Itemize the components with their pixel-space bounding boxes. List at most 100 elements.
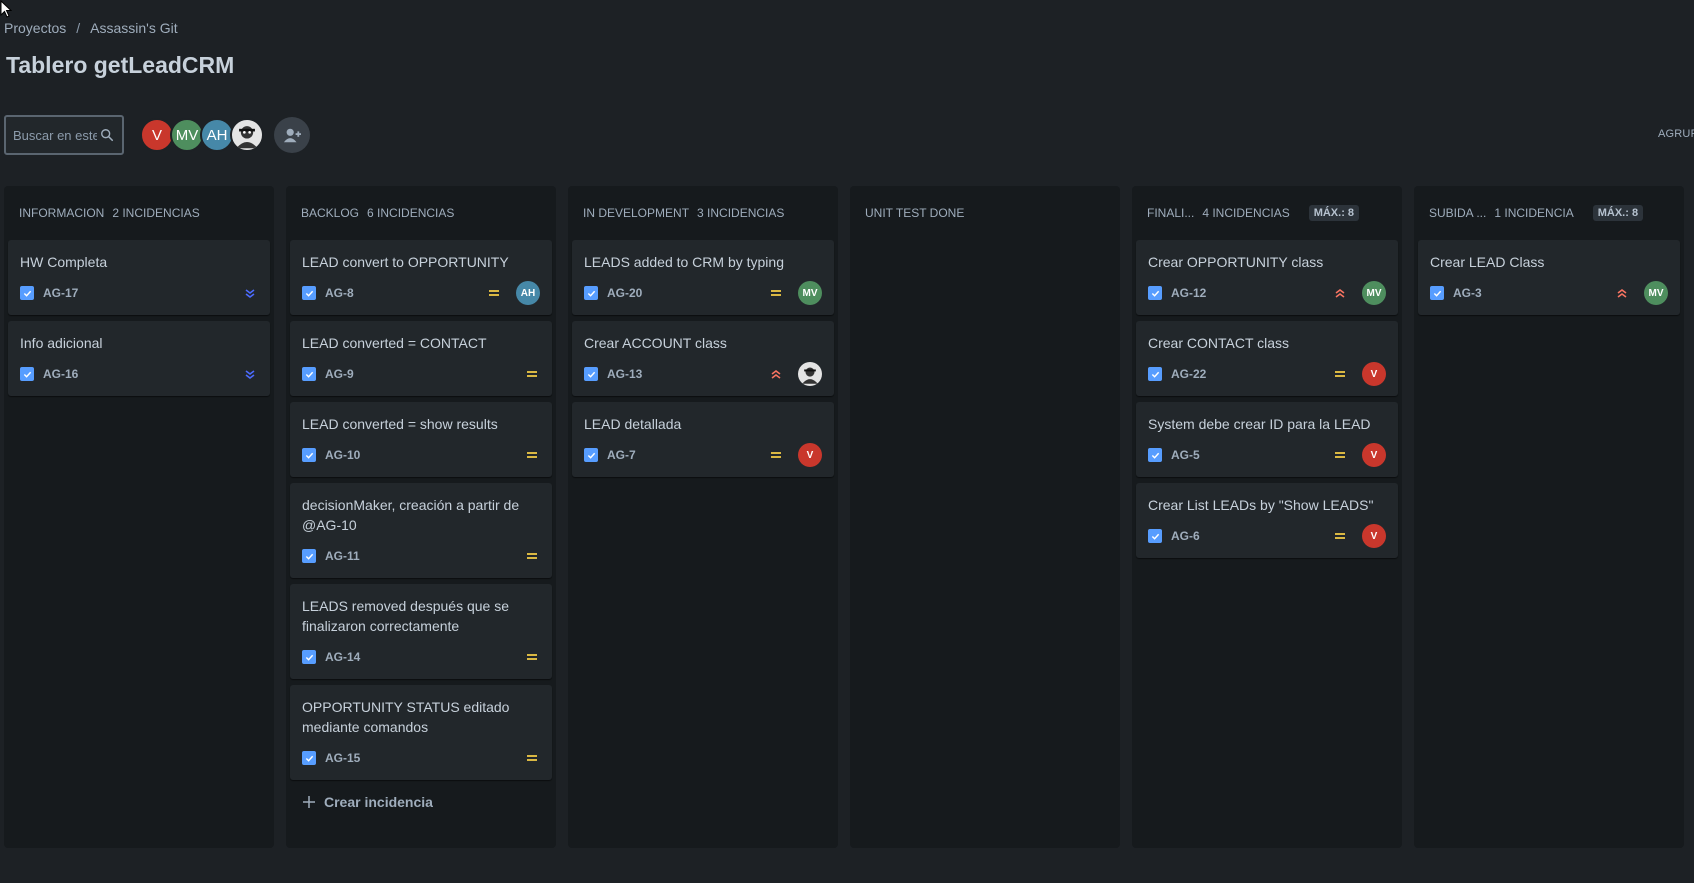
- issue-card[interactable]: LEAD detallada AG-7 V: [572, 402, 834, 477]
- task-type-icon: [1148, 367, 1162, 381]
- issue-key[interactable]: AG-20: [607, 286, 768, 300]
- card-title: Crear List LEADs by "Show LEADS": [1148, 497, 1374, 513]
- priority-medium-icon: [524, 548, 540, 564]
- assignee-avatar[interactable]: V: [1362, 443, 1386, 467]
- priority-medium-icon: [524, 649, 540, 665]
- issue-key[interactable]: AG-9: [325, 367, 524, 381]
- avatar-filter-v[interactable]: V: [140, 118, 174, 152]
- issue-key[interactable]: AG-7: [607, 448, 768, 462]
- task-type-icon: [1148, 448, 1162, 462]
- priority-medium-icon: [524, 750, 540, 766]
- issue-card[interactable]: decisionMaker, creación a partir de @AG-…: [290, 483, 552, 578]
- issue-card[interactable]: LEAD convert to OPPORTUNITY AG-8 AH: [290, 240, 552, 315]
- column-header[interactable]: UNIT TEST DONE: [854, 186, 1116, 240]
- issue-card[interactable]: HW Completa AG-17: [8, 240, 270, 315]
- issue-key[interactable]: AG-16: [43, 367, 242, 381]
- issue-card[interactable]: OPPORTUNITY STATUS editado mediante coma…: [290, 685, 552, 780]
- plus-icon: [303, 796, 315, 808]
- issue-key[interactable]: AG-22: [1171, 367, 1332, 381]
- board-page: Proyectos / Assassin's Git Tablero getLe…: [0, 0, 1694, 883]
- issue-card[interactable]: Crear CONTACT class AG-22 V: [1136, 321, 1398, 396]
- column-name: FINALI...: [1147, 206, 1195, 220]
- assignee-avatar[interactable]: V: [1362, 524, 1386, 548]
- avatar-initials: AH: [206, 126, 228, 144]
- issue-key[interactable]: AG-15: [325, 751, 524, 765]
- card-title: Crear LEAD Class: [1430, 254, 1545, 270]
- issue-key[interactable]: AG-3: [1453, 286, 1614, 300]
- assignee-avatar[interactable]: V: [798, 443, 822, 467]
- task-type-icon: [302, 286, 316, 300]
- add-people-button[interactable]: [274, 117, 310, 153]
- priority-medium-icon: [524, 447, 540, 463]
- avatar-initials: AH: [520, 287, 536, 299]
- column-header[interactable]: INFORMACION 2 INCIDENCIAS: [8, 186, 270, 240]
- priority-medium-icon: [486, 285, 502, 301]
- issue-key[interactable]: AG-6: [1171, 529, 1332, 543]
- assignee-avatar[interactable]: MV: [798, 281, 822, 305]
- board-column-finalizado: FINALI... 4 INCIDENCIAS MÁX.: 8 Crear OP…: [1132, 186, 1402, 848]
- issue-card[interactable]: Info adicional AG-16: [8, 321, 270, 396]
- card-title: System debe crear ID para la LEAD: [1148, 416, 1371, 432]
- issue-key[interactable]: AG-8: [325, 286, 486, 300]
- issue-card[interactable]: LEADS added to CRM by typing AG-20 MV: [572, 240, 834, 315]
- column-header[interactable]: IN DEVELOPMENT 3 INCIDENCIAS: [572, 186, 834, 240]
- issue-card[interactable]: System debe crear ID para la LEAD AG-5 V: [1136, 402, 1398, 477]
- column-name: INFORMACION: [19, 206, 105, 220]
- issue-card[interactable]: LEADS removed después que se finalizaron…: [290, 584, 552, 679]
- issue-card[interactable]: Crear List LEADs by "Show LEADS" AG-6 V: [1136, 483, 1398, 558]
- issue-key[interactable]: AG-10: [325, 448, 524, 462]
- task-type-icon: [20, 286, 34, 300]
- card-title: OPPORTUNITY STATUS editado mediante coma…: [302, 699, 510, 735]
- avatar-initials: V: [806, 449, 814, 461]
- group-by-label[interactable]: AGRUPAR POR: [1658, 128, 1694, 140]
- column-count: 6 INCIDENCIAS: [367, 206, 455, 220]
- avatar-initials: MV: [802, 287, 818, 299]
- search-box[interactable]: [4, 115, 124, 155]
- issue-card[interactable]: Crear ACCOUNT class AG-13: [572, 321, 834, 396]
- assignee-avatar[interactable]: V: [1362, 362, 1386, 386]
- avatar-filter-ah[interactable]: AH: [200, 118, 234, 152]
- issue-card[interactable]: LEAD converted = CONTACT AG-9: [290, 321, 552, 396]
- avatar-initials: MV: [1648, 287, 1664, 299]
- column-header[interactable]: SUBIDA ... 1 INCIDENCIA MÁX.: 8: [1418, 186, 1680, 240]
- avatar-filter-photo[interactable]: [230, 118, 264, 152]
- column-name: BACKLOG: [301, 206, 360, 220]
- search-input[interactable]: [13, 127, 97, 143]
- task-type-icon: [584, 286, 598, 300]
- issue-key[interactable]: AG-11: [325, 549, 524, 563]
- issue-key[interactable]: AG-17: [43, 286, 242, 300]
- issue-card[interactable]: LEAD converted = show results AG-10: [290, 402, 552, 477]
- issue-card[interactable]: Crear OPPORTUNITY class AG-12 MV: [1136, 240, 1398, 315]
- task-type-icon: [584, 448, 598, 462]
- avatar-initials: V: [1370, 449, 1378, 461]
- assignee-avatar[interactable]: MV: [1362, 281, 1386, 305]
- task-type-icon: [1148, 286, 1162, 300]
- issue-card[interactable]: Crear LEAD Class AG-3 MV: [1418, 240, 1680, 315]
- avatar-filter-mv[interactable]: MV: [170, 118, 204, 152]
- card-title: HW Completa: [20, 254, 108, 270]
- card-title: Crear ACCOUNT class: [584, 335, 727, 351]
- priority-medium-icon: [1332, 528, 1348, 544]
- board-column-backlog: BACKLOG 6 INCIDENCIAS LEAD convert to OP…: [286, 186, 556, 848]
- board-column-informacion: INFORMACION 2 INCIDENCIAS HW Completa AG…: [4, 186, 274, 848]
- issue-key[interactable]: AG-12: [1171, 286, 1332, 300]
- task-type-icon: [1148, 529, 1162, 543]
- board-column-in-development: IN DEVELOPMENT 3 INCIDENCIAS LEADS added…: [568, 186, 838, 848]
- issue-key[interactable]: AG-5: [1171, 448, 1332, 462]
- assignee-avatar[interactable]: [798, 362, 822, 386]
- task-type-icon: [302, 650, 316, 664]
- card-title: LEAD converted = CONTACT: [302, 335, 487, 351]
- assignee-avatar[interactable]: MV: [1644, 281, 1668, 305]
- breadcrumb-separator: /: [76, 20, 81, 36]
- column-header[interactable]: BACKLOG 6 INCIDENCIAS: [290, 186, 552, 240]
- breadcrumb-projects-link[interactable]: Proyectos: [4, 20, 66, 36]
- assignee-avatar[interactable]: AH: [516, 281, 540, 305]
- issue-key[interactable]: AG-13: [607, 367, 768, 381]
- breadcrumb-project-link[interactable]: Assassin's Git: [90, 20, 177, 36]
- column-header[interactable]: FINALI... 4 INCIDENCIAS MÁX.: 8: [1136, 186, 1398, 240]
- create-issue-button[interactable]: Crear incidencia: [290, 786, 552, 818]
- priority-high-icon: [1614, 285, 1630, 301]
- mouse-cursor-icon: [0, 0, 12, 18]
- issue-key[interactable]: AG-14: [325, 650, 524, 664]
- avatar-initials: V: [1370, 368, 1378, 380]
